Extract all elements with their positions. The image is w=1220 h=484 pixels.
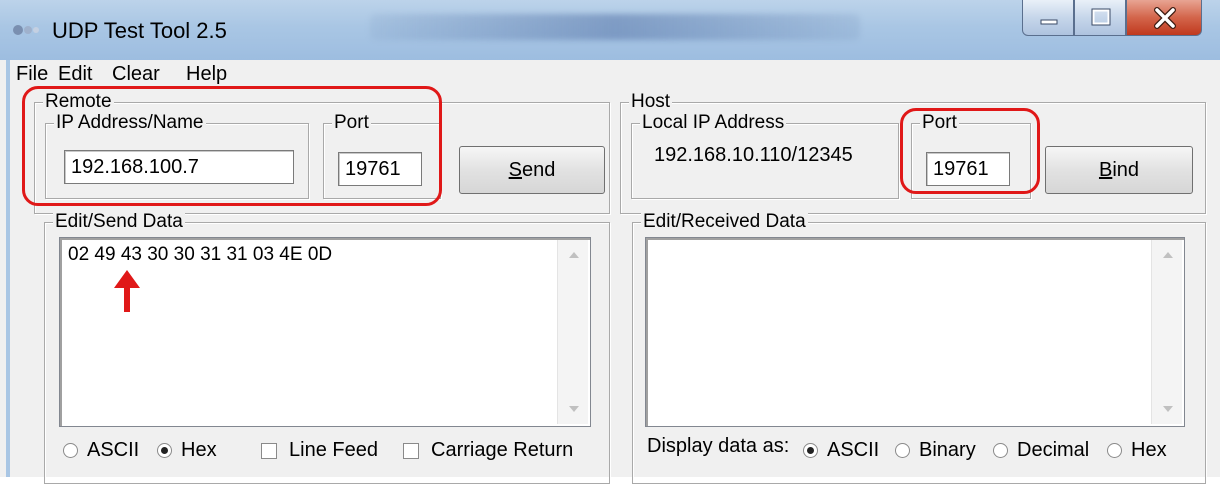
title-bar-blur bbox=[370, 14, 860, 40]
send-data-text: 02 49 43 30 30 31 31 03 4E 0D bbox=[68, 244, 333, 265]
carriage-return-checkbox[interactable]: Carriage Return bbox=[403, 439, 573, 462]
send-hex-label: Hex bbox=[181, 439, 217, 461]
radio-icon bbox=[63, 443, 78, 458]
recv-binary-radio[interactable]: Binary bbox=[895, 439, 976, 462]
checkbox-icon bbox=[403, 442, 419, 459]
scroll-down-arrow-icon[interactable] bbox=[1152, 394, 1182, 424]
send-button-label: end bbox=[521, 159, 556, 181]
app-icon bbox=[13, 25, 39, 35]
bind-button[interactable]: Bind bbox=[1045, 146, 1193, 194]
received-data-label: Edit/Received Data bbox=[641, 211, 808, 233]
scroll-up-arrow-icon[interactable] bbox=[1152, 240, 1182, 270]
radio-icon bbox=[895, 443, 910, 458]
send-button-accel: S bbox=[508, 159, 522, 181]
send-ascii-radio[interactable]: ASCII bbox=[63, 439, 139, 462]
carriage-return-label: Carriage Return bbox=[431, 439, 574, 461]
recv-binary-label: Binary bbox=[919, 439, 976, 461]
bind-button-accel: B bbox=[1098, 159, 1113, 181]
red-arrow-icon bbox=[114, 270, 140, 312]
radio-icon bbox=[993, 443, 1008, 458]
send-data-textarea[interactable]: 02 49 43 30 30 31 31 03 4E 0D bbox=[59, 237, 591, 427]
recv-hex-label: Hex bbox=[1131, 439, 1167, 461]
local-ip-value: 192.168.10.110/12345 bbox=[654, 144, 853, 166]
recv-hex-radio[interactable]: Hex bbox=[1107, 439, 1167, 462]
recv-decimal-label: Decimal bbox=[1017, 439, 1090, 461]
menu-help[interactable]: Help bbox=[186, 63, 227, 86]
close-button[interactable] bbox=[1126, 0, 1202, 36]
menu-clear[interactable]: Clear bbox=[112, 63, 160, 86]
host-group-label: Host bbox=[629, 91, 673, 113]
udp-test-tool-window: UDP Test Tool 2.5 File Edit Clear Help R… bbox=[0, 0, 1220, 484]
local-ip-group: Local IP Address 192.168.10.110/12345 bbox=[631, 112, 899, 199]
minimize-button[interactable] bbox=[1022, 0, 1074, 36]
radio-selected-icon bbox=[803, 443, 818, 458]
window-title: UDP Test Tool 2.5 bbox=[52, 18, 227, 43]
maximize-icon bbox=[1091, 8, 1111, 26]
send-data-scrollbar[interactable] bbox=[557, 240, 588, 424]
recv-ascii-label: ASCII bbox=[827, 439, 880, 461]
window-controls bbox=[1022, 0, 1202, 42]
close-icon bbox=[1154, 7, 1176, 29]
received-data-scrollbar[interactable] bbox=[1151, 240, 1182, 424]
radio-icon bbox=[1107, 443, 1122, 458]
bind-button-label: ind bbox=[1112, 159, 1140, 181]
menu-edit[interactable]: Edit bbox=[58, 63, 92, 86]
host-port-highlight-outline bbox=[900, 108, 1040, 194]
title-bar[interactable]: UDP Test Tool 2.5 bbox=[0, 0, 1220, 60]
checkbox-icon bbox=[261, 442, 277, 459]
received-data-textarea[interactable] bbox=[645, 237, 1185, 427]
maximize-button[interactable] bbox=[1074, 0, 1126, 36]
line-feed-checkbox[interactable]: Line Feed bbox=[261, 439, 378, 462]
line-feed-label: Line Feed bbox=[289, 439, 378, 461]
menu-file[interactable]: File bbox=[16, 63, 48, 86]
recv-decimal-radio[interactable]: Decimal bbox=[993, 439, 1089, 462]
received-data-group: Edit/Received Data Display data as: ASCI… bbox=[632, 211, 1206, 484]
local-ip-label: Local IP Address bbox=[640, 112, 787, 134]
scroll-up-arrow-icon[interactable] bbox=[558, 240, 588, 270]
send-data-group: Edit/Send Data 02 49 43 30 30 31 31 03 4… bbox=[44, 211, 610, 484]
send-hex-radio[interactable]: Hex bbox=[157, 439, 217, 462]
display-data-as-label: Display data as: bbox=[647, 435, 790, 457]
minimize-icon bbox=[1040, 19, 1058, 25]
send-button[interactable]: Send bbox=[459, 146, 605, 194]
scroll-down-arrow-icon[interactable] bbox=[558, 394, 588, 424]
remote-highlight-outline bbox=[22, 86, 442, 206]
send-ascii-label: ASCII bbox=[87, 439, 140, 461]
recv-ascii-radio[interactable]: ASCII bbox=[803, 439, 879, 462]
send-data-label: Edit/Send Data bbox=[53, 211, 185, 233]
radio-selected-icon bbox=[157, 443, 172, 458]
